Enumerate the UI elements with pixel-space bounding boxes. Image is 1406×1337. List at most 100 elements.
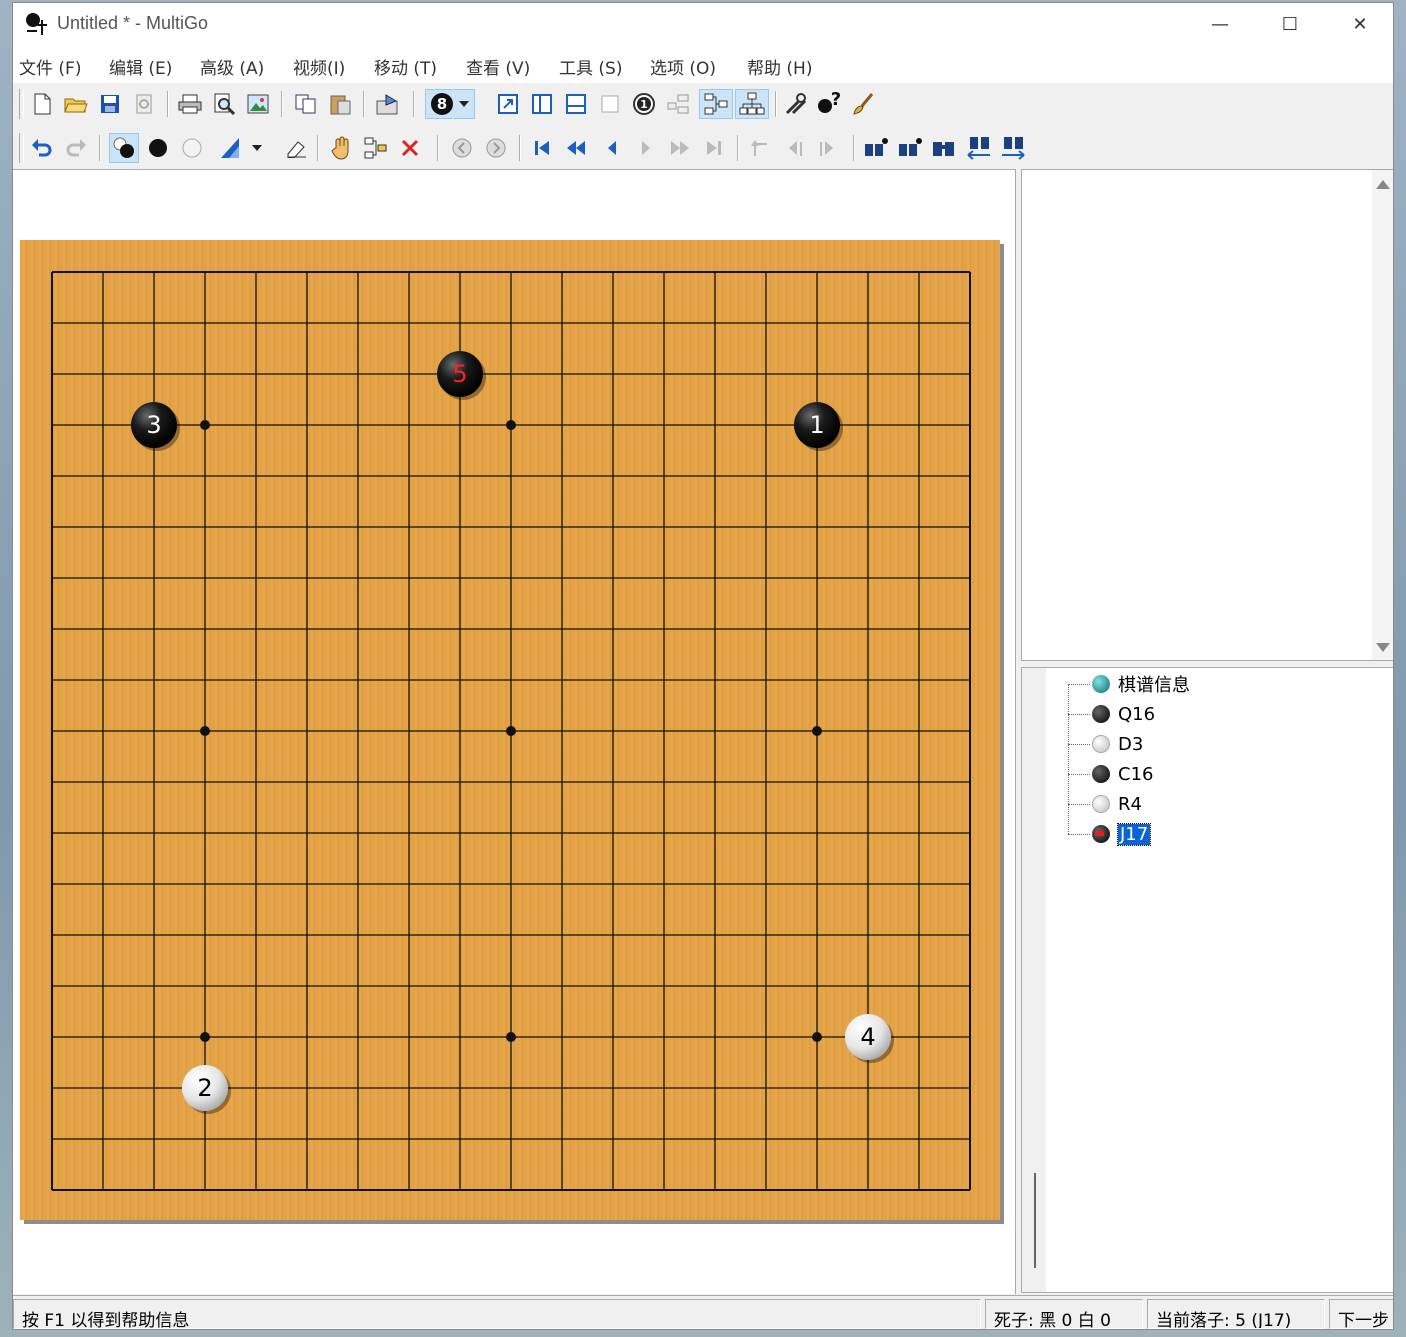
fast-forward-button[interactable] — [665, 133, 695, 163]
pan-button[interactable] — [327, 133, 357, 163]
first-move-button[interactable] — [527, 133, 557, 163]
black-stone-button[interactable] — [143, 133, 173, 163]
menu-video[interactable]: 视频(I) — [293, 54, 345, 79]
branch-up-icon — [751, 140, 767, 156]
paste-button[interactable] — [325, 89, 355, 119]
numbered-stone-icon: 1 — [633, 93, 655, 115]
hint-button[interactable]: ? — [815, 89, 845, 119]
print-preview-button[interactable] — [209, 89, 239, 119]
tree-node-label: 棋谱信息 — [1118, 675, 1190, 696]
main-toolbar: 8 1 ? — [13, 83, 1393, 125]
prev-branch-button[interactable] — [779, 133, 809, 163]
prev-variation-button[interactable] — [447, 133, 477, 163]
find-black-button[interactable] — [861, 133, 891, 163]
save-button[interactable] — [95, 89, 125, 119]
last-move-button[interactable] — [699, 133, 729, 163]
single-view-button[interactable] — [595, 89, 625, 119]
title-bar[interactable]: Untitled * - MultiGo — ☐ ✕ — [13, 3, 1393, 45]
search-stone-icon — [865, 138, 888, 156]
status-bar: 按 F1 以得到帮助信息 死子: 黑 0 白 0 当前落子: 5 (J17) 下… — [13, 1295, 1393, 1329]
show-move-number-button[interactable]: 1 — [629, 89, 659, 119]
to-branch-start-button[interactable] — [745, 133, 775, 163]
delete-button[interactable] — [395, 133, 425, 163]
copy-button[interactable] — [291, 89, 321, 119]
board-grid[interactable]: 1 2 3 4 5 — [20, 240, 1000, 1220]
menu-move[interactable]: 移动 (T) — [374, 54, 437, 79]
menu-tools[interactable]: 工具 (S) — [559, 54, 622, 79]
eraser-button[interactable] — [281, 133, 311, 163]
tree-node-label: C16 — [1118, 763, 1154, 785]
print-button[interactable] — [175, 89, 205, 119]
star-point — [200, 726, 210, 736]
tree-node-move-1[interactable]: Q16 — [1068, 700, 1155, 728]
split-vertical-button[interactable] — [527, 89, 557, 119]
split-horizontal-button[interactable] — [561, 89, 591, 119]
go-board[interactable]: 1 2 3 4 5 — [20, 240, 1000, 1220]
open-file-button[interactable] — [61, 89, 91, 119]
undo-button[interactable] — [27, 133, 57, 163]
undo-icon — [32, 139, 52, 157]
close-button[interactable]: ✕ — [1325, 3, 1393, 45]
find-previous-button[interactable] — [965, 133, 995, 163]
alternate-color-button[interactable] — [109, 133, 139, 163]
tree-vertical-button[interactable] — [735, 89, 769, 119]
toolbar-grip[interactable] — [19, 89, 24, 119]
clean-button[interactable] — [849, 89, 879, 119]
find-button[interactable] — [929, 133, 959, 163]
menu-options[interactable]: 选项 (O) — [650, 54, 716, 79]
redo-button[interactable] — [61, 133, 91, 163]
find-next-button[interactable] — [999, 133, 1029, 163]
toolbar-separator — [99, 135, 101, 161]
next-branch-button[interactable] — [813, 133, 843, 163]
tree-node-move-5[interactable]: J17 — [1068, 820, 1152, 848]
menu-bar: 文件 (F) 编辑 (E) 高级 (A) 视频(I) 移动 (T) 查看 (V)… — [13, 45, 1393, 83]
svg-text:?: ? — [831, 92, 841, 110]
move-number-badge-icon: 8 — [431, 93, 453, 115]
export-image-button[interactable] — [243, 89, 273, 119]
properties-button[interactable] — [373, 89, 403, 119]
fit-board-button[interactable] — [493, 89, 523, 119]
single-view-icon — [601, 95, 619, 113]
next-variation-button[interactable] — [481, 133, 511, 163]
menu-view[interactable]: 查看 (V) — [466, 54, 530, 79]
white-stone-button[interactable] — [177, 133, 207, 163]
comment-scrollbar[interactable] — [1372, 170, 1393, 660]
step-back-icon — [608, 141, 616, 155]
menu-advanced[interactable]: 高级 (A) — [200, 54, 264, 79]
tree-resize-handle[interactable] — [1034, 1173, 1036, 1268]
menu-edit[interactable]: 编辑 (E) — [109, 54, 172, 79]
tools-button[interactable] — [781, 89, 811, 119]
fast-back-button[interactable] — [561, 133, 591, 163]
status-next: 下一步 — [1329, 1299, 1393, 1329]
toolbar-separator — [317, 135, 319, 161]
minimize-button[interactable]: — — [1185, 3, 1255, 45]
next-variation-icon — [486, 138, 506, 158]
new-file-button[interactable] — [27, 89, 57, 119]
save-as-button[interactable] — [129, 89, 159, 119]
tree-node-move-4[interactable]: R4 — [1068, 790, 1142, 818]
hint-stone-icon: ? — [818, 92, 841, 113]
find-white-button[interactable] — [895, 133, 925, 163]
tree-node-move-3[interactable]: C16 — [1068, 760, 1153, 788]
save-icon — [101, 95, 119, 113]
insert-variation-button[interactable] — [361, 133, 391, 163]
tree-node-move-2[interactable]: D3 — [1068, 730, 1143, 758]
scroll-up-icon[interactable] — [1376, 180, 1390, 189]
tree-node-info[interactable]: 棋谱信息 — [1068, 670, 1190, 698]
tree-horizontal-button[interactable] — [699, 89, 733, 119]
scroll-down-icon[interactable] — [1376, 643, 1390, 652]
prev-move-button[interactable] — [597, 133, 627, 163]
markup-dropdown[interactable] — [215, 133, 267, 163]
next-move-button[interactable] — [631, 133, 661, 163]
comment-pane[interactable] — [1021, 169, 1393, 661]
maximize-button[interactable]: ☐ — [1255, 3, 1325, 45]
toolbar-grip[interactable] — [19, 133, 24, 163]
menu-file[interactable]: 文件 (F) — [19, 54, 81, 79]
edit-toolbar — [13, 127, 1393, 169]
tree-collapse-button[interactable] — [663, 89, 693, 119]
white-stone-icon — [1092, 795, 1110, 813]
game-tree-pane: 棋谱信息 Q16 D3 C16 R4 J17 — [1021, 667, 1393, 1293]
delete-x-icon — [401, 139, 419, 157]
move-number-dropdown[interactable]: 8 — [425, 89, 475, 119]
menu-help[interactable]: 帮助 (H) — [747, 54, 812, 79]
